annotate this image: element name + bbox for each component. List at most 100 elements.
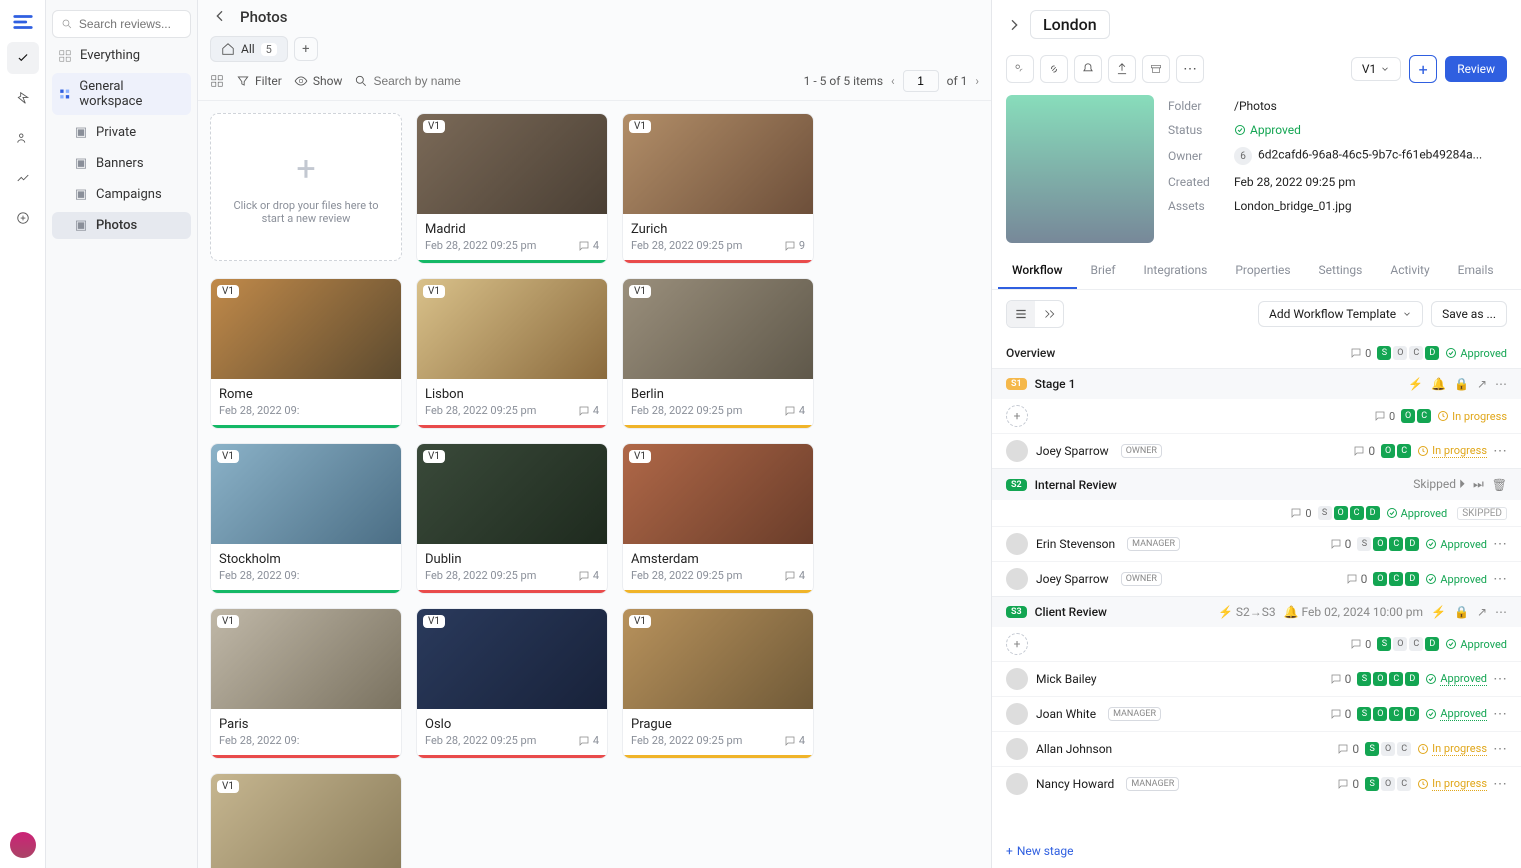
panel-title[interactable]: London: [1030, 10, 1110, 39]
person-comments[interactable]: 0: [1346, 572, 1368, 586]
pager-page-input[interactable]: [903, 70, 939, 92]
review-card[interactable]: V1ZurichFeb 28, 2022 09:25 pm9: [622, 113, 814, 264]
review-card[interactable]: V1StockholmFeb 28, 2022 09:: [210, 443, 402, 594]
review-card[interactable]: V1OsloFeb 28, 2022 09:25 pm4: [416, 608, 608, 759]
person-more-icon[interactable]: ⋯: [1493, 671, 1507, 687]
overview-comments[interactable]: 0: [1350, 347, 1371, 360]
review-card[interactable]: V1BerlinFeb 28, 2022 09:25 pm4: [622, 278, 814, 429]
panel-tab-emails[interactable]: Emails: [1444, 253, 1508, 289]
bell-icon[interactable]: [1074, 55, 1102, 83]
search-name-input[interactable]: [373, 74, 528, 88]
person-more-icon[interactable]: ⋯: [1493, 706, 1507, 722]
assets-value[interactable]: London_bridge_01.jpg: [1234, 199, 1352, 213]
current-user-avatar[interactable]: [10, 832, 36, 858]
wf-list-view[interactable]: [1007, 301, 1035, 327]
lock-icon[interactable]: 🔒: [1454, 377, 1469, 391]
export-icon[interactable]: [1108, 55, 1136, 83]
rail-automations-icon[interactable]: [7, 82, 39, 114]
review-card[interactable]: V1ParisFeb 28, 2022 09:: [210, 608, 402, 759]
card-comments[interactable]: 4: [784, 404, 805, 417]
add-person-button[interactable]: +: [1006, 405, 1028, 427]
person-more-icon[interactable]: ⋯: [1493, 571, 1507, 587]
rail-add-icon[interactable]: [7, 202, 39, 234]
card-comments[interactable]: 4: [578, 404, 599, 417]
nav-banners[interactable]: ▣Banners: [52, 150, 191, 177]
tab-all[interactable]: All 5: [210, 36, 288, 62]
person-more-icon[interactable]: ⋯: [1493, 741, 1507, 757]
show-button[interactable]: Show: [294, 74, 343, 88]
more-icon[interactable]: ⋯: [1495, 605, 1507, 619]
add-template-button[interactable]: Add Workflow Template: [1258, 301, 1423, 327]
stage-header[interactable]: S3Client Review⚡ S2→S3🔔 Feb 02, 2024 10:…: [992, 597, 1521, 627]
link-icon[interactable]: [1040, 55, 1068, 83]
rail-analytics-icon[interactable]: [7, 162, 39, 194]
open-icon[interactable]: ↗: [1477, 605, 1487, 619]
upload-dropzone[interactable]: +Click or drop your files here to start …: [210, 113, 402, 261]
review-card[interactable]: V1LisbonFeb 28, 2022 09:25 pm4: [416, 278, 608, 429]
search-reviews-field[interactable]: [79, 17, 182, 31]
person-comments[interactable]: 0: [1337, 777, 1359, 791]
bolt-icon[interactable]: ⚡: [1408, 377, 1423, 391]
more-icon[interactable]: ⋯: [1176, 55, 1204, 83]
folder-value[interactable]: /Photos: [1234, 99, 1277, 113]
more-icon[interactable]: ⋯: [1495, 377, 1507, 391]
review-card[interactable]: V1DublinFeb 28, 2022 09:25 pm4: [416, 443, 608, 594]
add-tab-button[interactable]: +: [294, 37, 318, 61]
nav-private[interactable]: ▣Private: [52, 119, 191, 146]
person-comments[interactable]: 0: [1330, 707, 1352, 721]
card-comments[interactable]: 4: [784, 734, 805, 747]
nav-everything[interactable]: Everything: [52, 42, 191, 69]
card-comments[interactable]: 4: [578, 734, 599, 747]
person-more-icon[interactable]: ⋯: [1493, 443, 1507, 459]
skip-icon-icon[interactable]: ⏭: [1473, 477, 1484, 492]
nav-photos[interactable]: ▣Photos: [52, 212, 191, 239]
search-name[interactable]: [354, 74, 791, 88]
panel-tab-properties[interactable]: Properties: [1221, 253, 1304, 289]
stage-comments[interactable]: 0: [1350, 638, 1371, 651]
bell-icon[interactable]: 🔔: [1431, 377, 1446, 391]
pager-prev[interactable]: ‹: [891, 74, 895, 88]
view-grid-button[interactable]: [210, 74, 224, 88]
lock-icon[interactable]: 🔒: [1454, 605, 1469, 619]
person-comments[interactable]: 0: [1330, 672, 1352, 686]
add-version-button[interactable]: +: [1409, 55, 1437, 83]
review-card[interactable]: V1AmsterdamFeb 28, 2022 09:25 pm4: [622, 443, 814, 594]
save-as-button[interactable]: Save as ...: [1431, 301, 1507, 327]
review-button[interactable]: Review: [1445, 56, 1507, 82]
card-comments[interactable]: 9: [784, 239, 805, 252]
share-icon[interactable]: [1006, 55, 1034, 83]
back-icon[interactable]: [212, 8, 230, 26]
version-select[interactable]: V1: [1351, 57, 1401, 81]
open-icon[interactable]: ↗: [1477, 377, 1487, 391]
person-more-icon[interactable]: ⋯: [1493, 776, 1507, 792]
review-card[interactable]: V1PragueFeb 28, 2022 09:25 pm4: [622, 608, 814, 759]
add-person-button[interactable]: +: [1006, 633, 1028, 655]
person-comments[interactable]: 0: [1337, 742, 1359, 756]
stage-comments[interactable]: 0: [1374, 410, 1395, 423]
stage-header[interactable]: S2Internal ReviewSkipped ⏵⏭🗑: [992, 469, 1521, 500]
stage-comments[interactable]: 0: [1290, 507, 1311, 520]
bolt-icon[interactable]: ⚡: [1431, 605, 1446, 619]
search-reviews-input[interactable]: [52, 10, 191, 38]
card-comments[interactable]: 4: [784, 569, 805, 582]
panel-tab-workflow[interactable]: Workflow: [998, 253, 1077, 289]
trash-icon[interactable]: 🗑: [1492, 478, 1507, 492]
person-comments[interactable]: 0: [1330, 537, 1352, 551]
panel-tab-activity[interactable]: Activity: [1376, 253, 1443, 289]
person-comments[interactable]: 0: [1353, 444, 1375, 458]
stage-header[interactable]: S1Stage 1⚡🔔🔒↗⋯: [992, 369, 1521, 399]
person-more-icon[interactable]: ⋯: [1493, 536, 1507, 552]
archive-icon[interactable]: [1142, 55, 1170, 83]
review-card[interactable]: V1BudapestFeb 28, 2022 09:: [210, 773, 402, 868]
new-stage-button[interactable]: + New stage: [992, 834, 1521, 868]
panel-tab-settings[interactable]: Settings: [1305, 253, 1377, 289]
card-comments[interactable]: 4: [578, 239, 599, 252]
review-card[interactable]: V1RomeFeb 28, 2022 09:: [210, 278, 402, 429]
rail-reviews-icon[interactable]: [7, 42, 39, 74]
nav-campaigns[interactable]: ▣Campaigns: [52, 181, 191, 208]
review-card[interactable]: V1MadridFeb 28, 2022 09:25 pm4: [416, 113, 608, 264]
wf-flow-view[interactable]: [1035, 301, 1063, 327]
nav-workspace[interactable]: General workspace: [52, 73, 191, 115]
pager-next[interactable]: ›: [975, 74, 979, 88]
panel-collapse-icon[interactable]: [1006, 17, 1022, 33]
